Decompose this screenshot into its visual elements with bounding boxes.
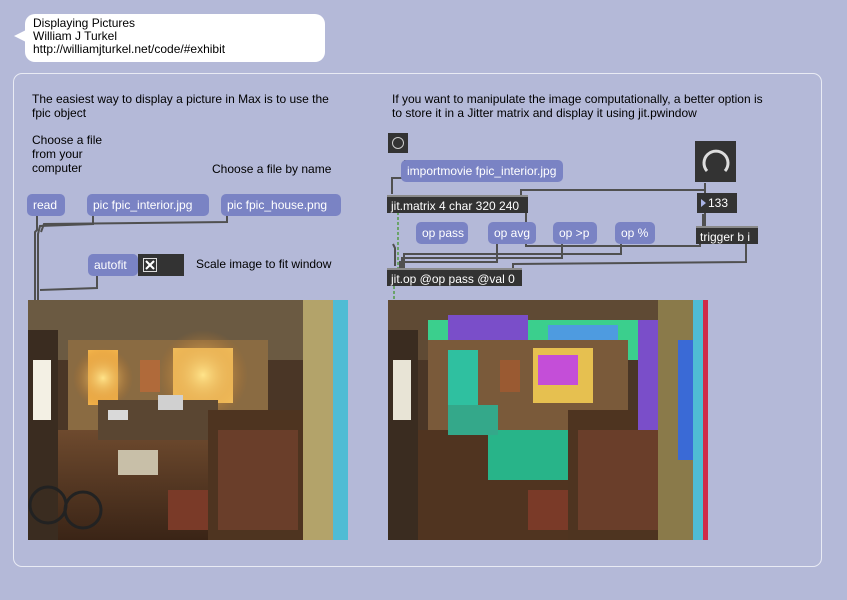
right-intro-comment: If you want to manipulate the image comp… xyxy=(392,92,763,120)
bang-circle-icon[interactable] xyxy=(392,137,404,149)
trigger-object[interactable]: trigger b i xyxy=(696,226,758,244)
autofit-message[interactable]: autofit xyxy=(88,254,138,276)
dial-control[interactable] xyxy=(695,141,736,182)
interior-photo xyxy=(28,300,348,540)
pic-house-message[interactable]: pic fpic_house.png xyxy=(221,194,341,216)
processed-photo xyxy=(388,300,708,540)
op-mod-message[interactable]: op % xyxy=(615,222,655,244)
op-avg-message[interactable]: op avg xyxy=(488,222,536,244)
number-arrow-icon xyxy=(700,193,707,219)
scale-comment: Scale image to fit window xyxy=(196,257,332,271)
bang-button[interactable] xyxy=(388,133,408,153)
choose-computer-comment: Choose a file from your computer xyxy=(32,133,103,175)
jit-matrix-object[interactable]: jit.matrix 4 char 320 240 xyxy=(387,195,528,213)
trigger-label: trigger b i xyxy=(700,230,751,244)
choose-name-comment: Choose a file by name xyxy=(212,162,332,176)
toggle-x-icon[interactable] xyxy=(143,258,157,272)
read-message[interactable]: read xyxy=(27,194,65,216)
fpic-display[interactable] xyxy=(28,300,348,540)
jit-matrix-label: jit.matrix 4 char 320 240 xyxy=(391,199,520,213)
header-url: http://williamjturkel.net/code/#exhibit xyxy=(33,42,226,56)
dial-icon[interactable] xyxy=(695,141,736,182)
jit-op-label: jit.op @op pass @val 0 xyxy=(391,272,515,286)
op-pass-message[interactable]: op pass xyxy=(416,222,468,244)
importmovie-message[interactable]: importmovie fpic_interior.jpg xyxy=(401,160,563,182)
jit-pwindow-display[interactable] xyxy=(388,300,708,540)
number-box[interactable]: 133 xyxy=(697,193,737,213)
left-intro-comment: The easiest way to display a picture in … xyxy=(32,92,329,120)
toggle-box[interactable] xyxy=(138,254,184,276)
pic-interior-message[interactable]: pic fpic_interior.jpg xyxy=(87,194,209,216)
jit-op-object[interactable]: jit.op @op pass @val 0 xyxy=(387,268,522,286)
op-gt-message[interactable]: op >p xyxy=(553,222,597,244)
number-value: 133 xyxy=(708,196,729,210)
header-comment: Displaying Pictures William J Turkel htt… xyxy=(25,14,325,62)
